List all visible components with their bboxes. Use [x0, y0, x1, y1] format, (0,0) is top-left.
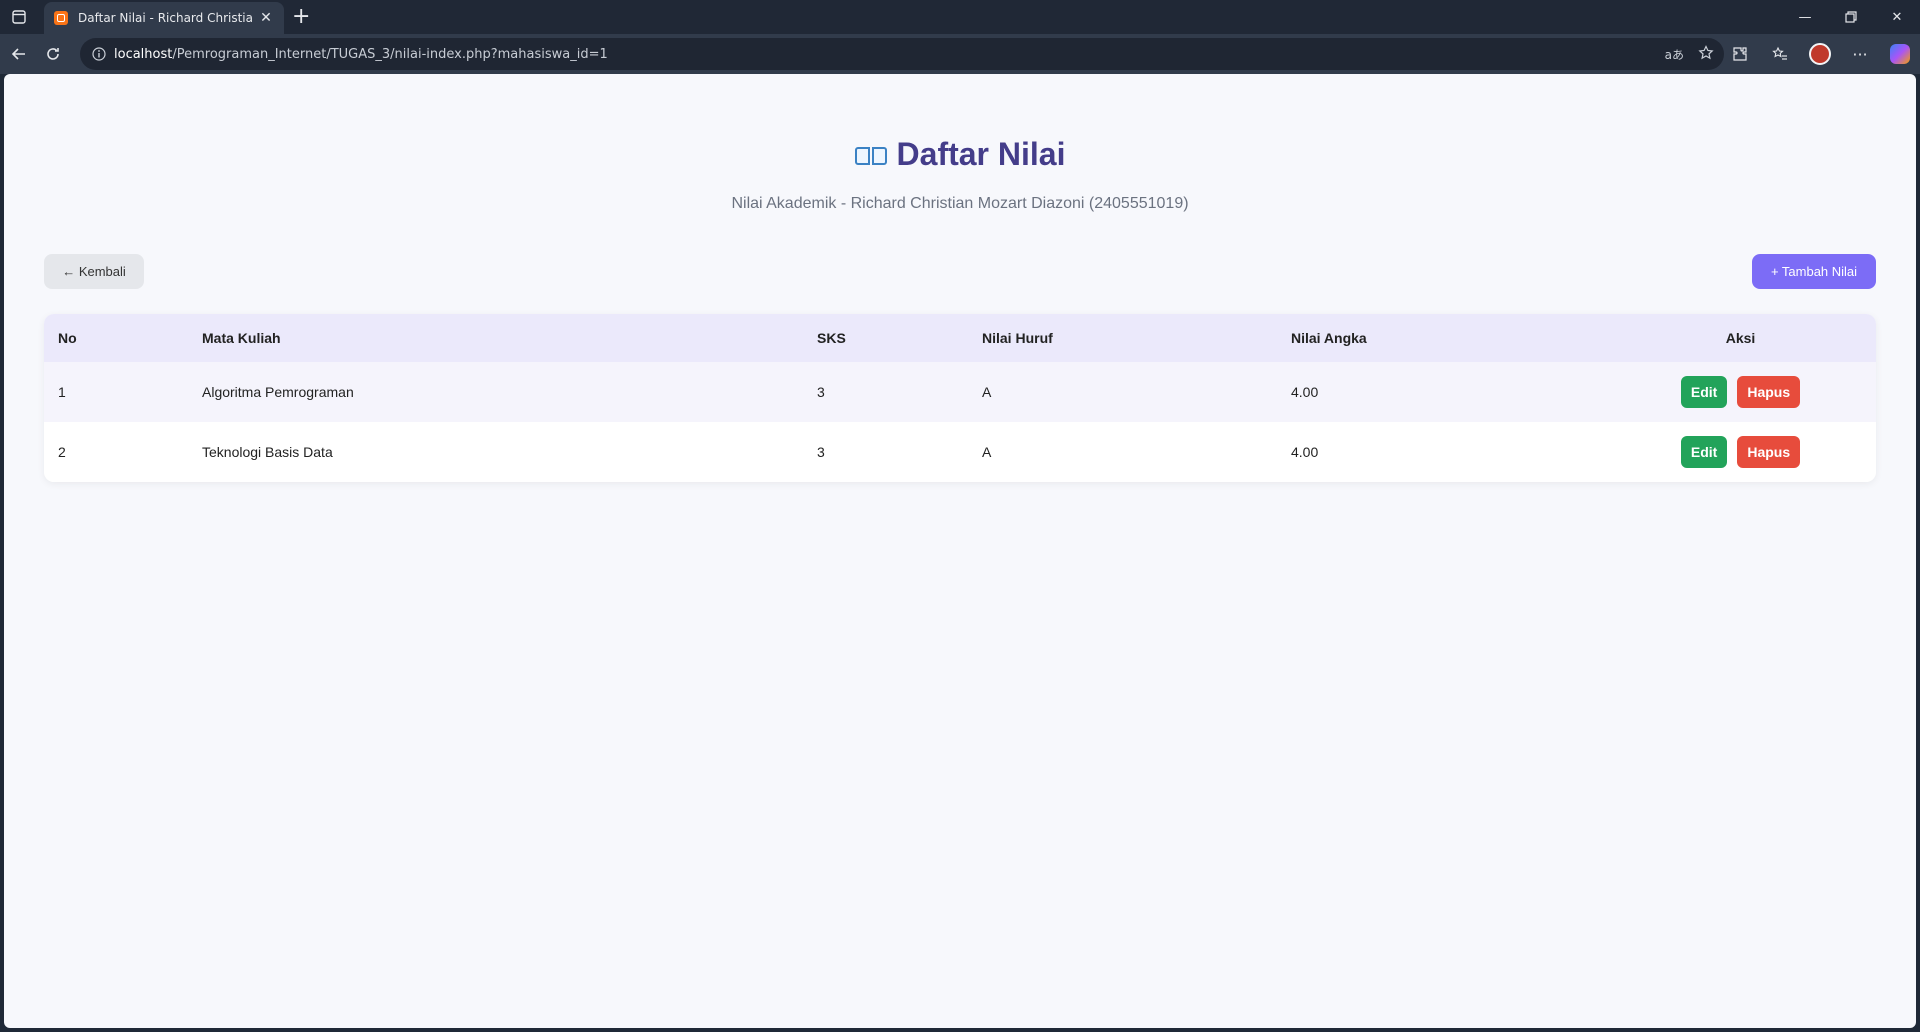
tab-actions-icon[interactable] [0, 0, 38, 34]
url-host: localhost [114, 46, 173, 62]
url-path: /Pemrograman_Internet/TUGAS_3/nilai-inde… [172, 46, 608, 62]
cell-nilai-angka: 4.00 [1277, 362, 1605, 422]
browser-tab[interactable]: Daftar Nilai - Richard Christian Mozart … [44, 2, 284, 34]
xampp-favicon-icon [54, 11, 68, 25]
more-menu-icon[interactable]: ··· [1840, 34, 1880, 74]
address-bar[interactable]: localhost/Pemrograman_Internet/TUGAS_3/n… [80, 38, 1724, 70]
close-window-icon[interactable]: ✕ [1874, 0, 1920, 34]
page-viewport: Daftar Nilai Nilai Akademik - Richard Ch… [4, 74, 1916, 1028]
restore-icon[interactable] [1828, 0, 1874, 34]
favorite-star-icon[interactable] [1698, 44, 1714, 64]
edit-button[interactable]: Edit [1680, 436, 1728, 468]
back-arrow-icon[interactable] [2, 37, 36, 71]
cell-sks: 3 [803, 422, 968, 482]
cell-nilai-angka: 4.00 [1277, 422, 1605, 482]
site-info-icon[interactable] [84, 47, 114, 61]
copilot-icon[interactable] [1880, 34, 1920, 74]
read-aloud-icon[interactable]: aあ [1665, 46, 1684, 63]
cell-nilai-huruf: A [968, 362, 1277, 422]
cell-sks: 3 [803, 362, 968, 422]
add-grade-button[interactable]: + Tambah Nilai [1752, 254, 1876, 289]
refresh-icon[interactable] [36, 37, 70, 71]
header-sks: SKS [803, 314, 968, 362]
table-row: 2 Teknologi Basis Data 3 A 4.00 Edit Hapu… [44, 422, 1876, 482]
header-no: No [44, 314, 188, 362]
grades-table: No Mata Kuliah SKS Nilai Huruf Nilai Ang… [44, 314, 1876, 482]
table-row: 1 Algoritma Pemrograman 3 A 4.00 Edit Hap… [44, 362, 1876, 422]
page-title-row: Daftar Nilai [4, 136, 1916, 173]
cell-aksi: Edit Hapus [1605, 362, 1876, 422]
minimize-icon[interactable]: — [1782, 0, 1828, 34]
cell-mata-kuliah: Algoritma Pemrograman [188, 362, 803, 422]
profile-avatar[interactable] [1800, 34, 1840, 74]
browser-toolbar: localhost/Pemrograman_Internet/TUGAS_3/n… [0, 34, 1920, 74]
book-icon [854, 145, 887, 167]
cell-no: 1 [44, 362, 188, 422]
header-nilai-huruf: Nilai Huruf [968, 314, 1277, 362]
cell-nilai-huruf: A [968, 422, 1277, 482]
favorites-icon[interactable] [1760, 34, 1800, 74]
header-mata-kuliah: Mata Kuliah [188, 314, 803, 362]
close-tab-icon[interactable]: ✕ [254, 10, 278, 26]
tab-bar: Daftar Nilai - Richard Christian Mozart … [0, 0, 1920, 34]
cell-mata-kuliah: Teknologi Basis Data [188, 422, 803, 482]
tab-title: Daftar Nilai - Richard Christian Mozart … [78, 11, 254, 25]
new-tab-icon[interactable]: + [292, 4, 310, 30]
delete-button[interactable]: Hapus [1737, 376, 1801, 408]
page-subtitle: Nilai Akademik - Richard Christian Mozar… [731, 195, 1189, 212]
back-button[interactable]: ← Kembali [44, 254, 144, 289]
header-aksi: Aksi [1605, 314, 1876, 362]
header-nilai-angka: Nilai Angka [1277, 314, 1605, 362]
table-header-row: No Mata Kuliah SKS Nilai Huruf Nilai Ang… [44, 314, 1876, 362]
edit-button[interactable]: Edit [1680, 376, 1728, 408]
cell-aksi: Edit Hapus [1605, 422, 1876, 482]
delete-button[interactable]: Hapus [1737, 436, 1801, 468]
page-title: Daftar Nilai [896, 136, 1066, 172]
cell-no: 2 [44, 422, 188, 482]
extensions-icon[interactable] [1720, 34, 1760, 74]
